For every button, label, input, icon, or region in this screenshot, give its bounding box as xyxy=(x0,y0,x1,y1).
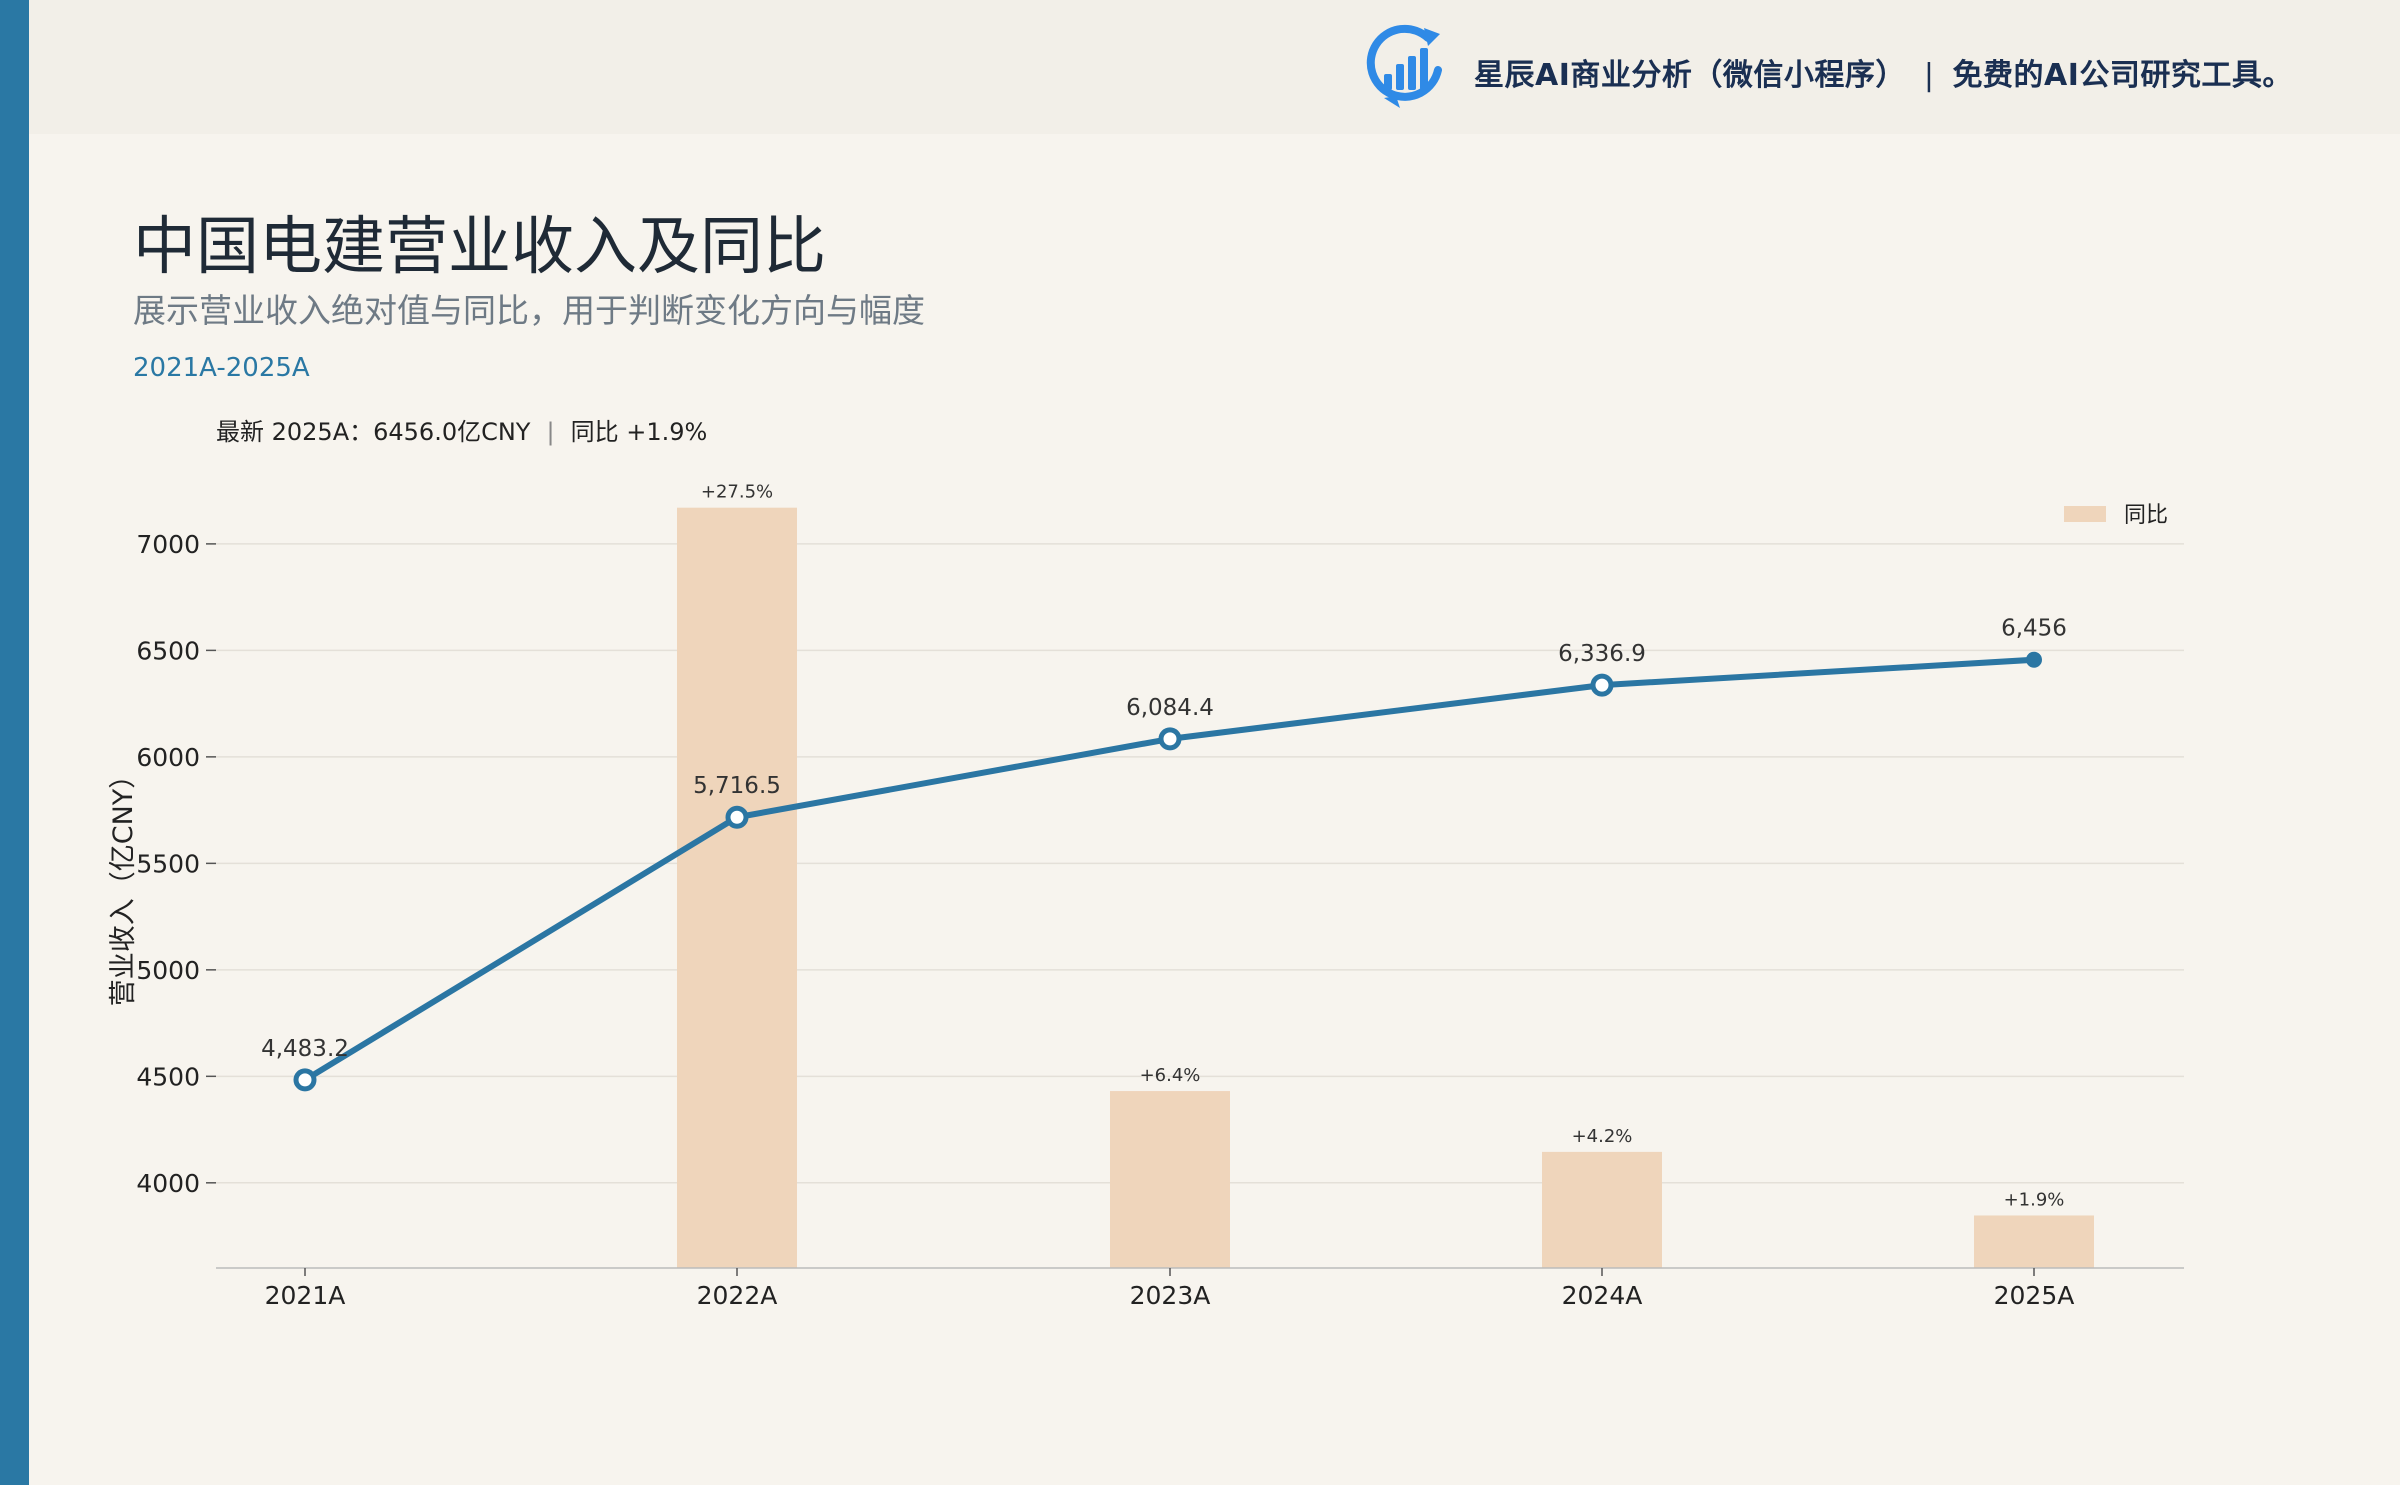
x-tick-label: 2025A xyxy=(1994,1281,2075,1310)
revenue-point xyxy=(293,1068,317,1092)
y-tick-label: 4500 xyxy=(136,1062,200,1091)
revenue-point-label: 6,336.9 xyxy=(1558,641,1646,667)
x-tick-label: 2024A xyxy=(1562,1281,1643,1310)
revenue-point-label: 5,716.5 xyxy=(693,773,781,799)
yoy-bar-label: +1.9% xyxy=(2004,1189,2065,1210)
revenue-point xyxy=(725,805,749,829)
x-tick-label: 2022A xyxy=(697,1281,778,1310)
x-tick-label: 2021A xyxy=(265,1281,346,1310)
revenue-chart: 4000 4500 5000 5500 6000 6500 7000 营业收入（亿CNY） +2… xyxy=(108,482,2184,1310)
y-tick-label: 5000 xyxy=(136,956,200,985)
yoy-bar-label: +27.5% xyxy=(701,482,773,503)
yoy-bar-label: +4.2% xyxy=(1572,1126,1633,1147)
yoy-bar-label: +6.4% xyxy=(1140,1065,1201,1086)
yoy-bar xyxy=(1110,1091,1230,1268)
y-tick-label: 7000 xyxy=(136,530,200,559)
revenue-point xyxy=(1158,727,1182,751)
yoy-bar xyxy=(677,507,797,1268)
revenue-point-label: 4,483.2 xyxy=(261,1036,349,1062)
y-axis-label: 营业收入（亿CNY） xyxy=(108,762,139,1007)
yoy-bar xyxy=(1974,1215,2094,1268)
legend-swatch-yoy xyxy=(2064,506,2106,522)
y-tick-label: 6500 xyxy=(136,636,200,665)
revenue-point xyxy=(1590,673,1614,697)
revenue-point xyxy=(2026,651,2042,668)
legend-label-yoy: 同比 xyxy=(2124,503,2168,528)
x-tick-label: 2023A xyxy=(1130,1281,1211,1310)
y-tick-label: 4000 xyxy=(136,1169,200,1198)
y-tick-label: 5500 xyxy=(136,849,200,878)
revenue-line xyxy=(303,656,2035,1083)
revenue-point-label: 6,084.4 xyxy=(1126,695,1214,721)
y-tick-label: 6000 xyxy=(136,743,200,772)
yoy-bar xyxy=(1542,1151,1662,1268)
revenue-point-label: 6,456 xyxy=(2001,616,2067,642)
